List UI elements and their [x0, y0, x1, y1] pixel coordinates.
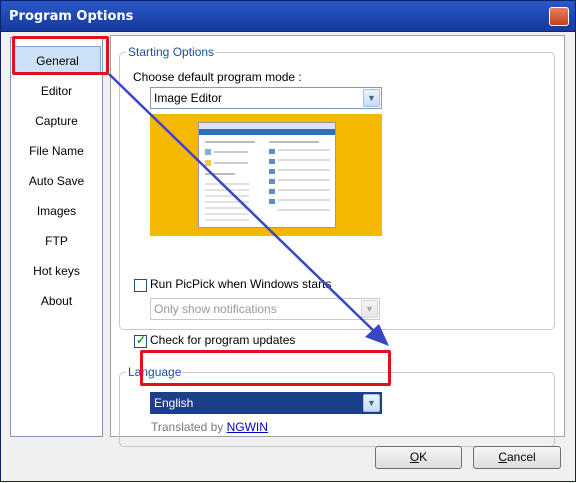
program-options-window: Program Options General Editor Capture F… — [0, 0, 576, 482]
annotation-arrow — [108, 73, 389, 346]
